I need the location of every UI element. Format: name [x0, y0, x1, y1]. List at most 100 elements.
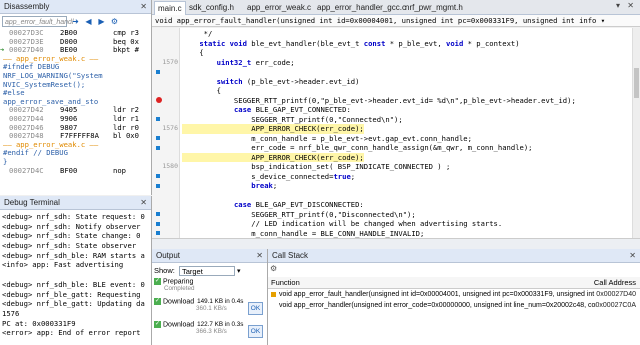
back-icon[interactable]: ◀ [83, 16, 94, 27]
output-title: Output ✕ [152, 249, 267, 263]
current-frame-icon [271, 292, 276, 297]
code-line[interactable]: s_device_connected=true; [152, 172, 640, 182]
code-line[interactable]: APP_ERROR_CHECK(err_code); [152, 152, 640, 162]
call-stack-function: void app_error_fault_handler(unsigned in… [279, 291, 608, 298]
column-call-address[interactable]: Call Address [594, 277, 636, 288]
tab-label: app_error_handler_gcc.c [317, 3, 406, 12]
ok-button[interactable]: OK [248, 325, 263, 338]
close-icon[interactable]: ✕ [627, 1, 634, 10]
tab-main-c[interactable]: main.c [154, 1, 186, 15]
call-stack-function: void app_error_handler(unsigned int erro… [279, 302, 603, 309]
code-text: SEGGER_RTT_printf(0,"Connected\n"); [182, 114, 403, 124]
line-marker-icon [156, 212, 160, 217]
debug-terminal-title: Debug Terminal ✕ [0, 196, 151, 210]
close-icon[interactable]: ✕ [629, 249, 636, 263]
breakpoint-icon[interactable] [156, 97, 162, 104]
line-number: 1580 [162, 162, 178, 170]
tab-sdk-config-h[interactable]: sdk_config.h [186, 1, 237, 14]
go-icon[interactable]: ➜ [70, 16, 81, 27]
terminal-line: <debug> nrf_sdh: Notify observer [2, 221, 141, 231]
code-line[interactable]: 1580 bsp_indication_set( BSP_INDICATE_CO… [152, 162, 640, 172]
code-line[interactable]: // LED indication will be changed when a… [152, 219, 640, 229]
code-line[interactable]: err_code = nrf_ble_qwr_conn_handle_assig… [152, 143, 640, 153]
call-stack-panel: Call Stack ✕ ⚙ Function Call Address voi… [268, 249, 640, 345]
output-show-row: Show: Target ▾ [154, 266, 241, 277]
code-line[interactable]: { [152, 48, 640, 58]
terminal-line: <debug> nrf_sdh: State observer [2, 241, 137, 251]
call-stack-row[interactable]: void app_error_handler(unsigned int erro… [268, 301, 640, 311]
instruction-address: 00027D4C [9, 165, 44, 175]
code-line[interactable]: */ [152, 29, 640, 39]
code-text: bsp_indication_set( BSP_INDICATE_CONNECT… [182, 162, 451, 171]
tab-nrf-pwr-mgmt-h[interactable]: nrf_pwr_mgmt.h [402, 1, 466, 14]
code-text: APP_ERROR_CHECK(err_code); [182, 152, 364, 162]
call-stack-row[interactable]: void app_error_fault_handler(unsigned in… [268, 290, 640, 300]
code-line[interactable]: 1576 APP_ERROR_CHECK(err_code); [152, 124, 640, 134]
tab-app-error-handler-gcc-c[interactable]: app_error_handler_gcc.c [314, 1, 409, 14]
call-stack-title: Call Stack ✕ [268, 249, 640, 263]
code-editor[interactable]: */ static void ble_evt_handler(ble_evt_t… [152, 28, 640, 238]
terminal-line: <debug> nrf_sdh_ble: BLE event: 0 [2, 279, 145, 289]
code-text: SEGGER_RTT_printf(0,"Disconnected\n"); [182, 209, 416, 219]
line-marker-icon [156, 69, 160, 74]
code-text: // LED indication will be changed when a… [182, 219, 503, 228]
check-icon: ✓ [154, 278, 161, 285]
settings-icon[interactable]: ⚙ [270, 264, 277, 273]
code-line[interactable]: static void ble_evt_handler(ble_evt_t co… [152, 39, 640, 49]
forward-icon[interactable]: ▶ [96, 16, 107, 27]
code-line[interactable]: m_conn_handle = BLE_CONN_HANDLE_INVALID; [152, 229, 640, 239]
line-marker-icon [156, 221, 160, 226]
output-item-size: 122.7 KB in 0.3s [197, 321, 244, 329]
output-item-title: Preparing [163, 278, 194, 286]
code-line[interactable]: break; [152, 181, 640, 191]
output-item[interactable]: ✓ Preparing Completed [154, 278, 194, 292]
tab-label: sdk_config.h [189, 3, 234, 12]
code-text: uint32_t err_code; [216, 57, 295, 67]
column-function[interactable]: Function [271, 277, 300, 288]
code-line[interactable]: { [152, 86, 640, 96]
code-text: case BLE_GAP_EVT_CONNECTED: [233, 105, 351, 114]
function-selector[interactable]: void app_error_fault_handler(unsigned in… [152, 15, 640, 27]
code-text: APP_ERROR_CHECK(err_code); [182, 124, 364, 134]
settings-icon[interactable]: ⚙ [109, 16, 120, 27]
terminal-line: 1576 [2, 308, 20, 318]
chevron-down-icon[interactable]: ▾ [237, 268, 241, 275]
tab-label: nrf_pwr_mgmt.h [405, 3, 463, 12]
source-line[interactable]: #endif // DEBUG [0, 149, 151, 158]
code-line[interactable]: case BLE_GAP_EVT_CONNECTED: [152, 105, 640, 115]
code-line[interactable]: 1570 uint32_t err_code; [152, 58, 640, 68]
close-icon[interactable]: ✕ [256, 249, 263, 263]
tab-list-icon[interactable]: ▾ [616, 1, 620, 10]
terminal-line: <debug> nrf_ble_gatt: Updating da [2, 299, 145, 309]
code-line[interactable]: SEGGER_RTT_printf(0,"Disconnected\n"); [152, 210, 640, 220]
close-icon[interactable]: ✕ [140, 196, 147, 210]
scrollbar-thumb[interactable] [634, 68, 639, 98]
code-line[interactable]: m_conn_handle = p_ble_evt->evt.gap_evt.c… [152, 134, 640, 144]
code-line[interactable] [152, 191, 640, 201]
call-stack-toolbar: ⚙ [270, 264, 277, 276]
output-item[interactable]: ✓ Download 122.7 KB in 0.3s 366.3 KB/s [154, 321, 243, 335]
call-stack-address: 0x00027D40 [596, 290, 636, 300]
output-panel: Output ✕ Show: Target ▾ ✓ Preparing Comple… [152, 249, 268, 345]
code-line[interactable]: SEGGER_RTT_printf(0,"Connected\n"); [152, 115, 640, 125]
close-icon[interactable]: ✕ [140, 0, 147, 14]
code-line[interactable]: SEGGER_RTT_printf(0,"p_ble_evt->header.e… [152, 96, 640, 106]
line-marker-icon [156, 174, 160, 179]
disassembly-search-input[interactable]: app_error_fault_handl [2, 16, 74, 27]
terminal-output: <debug> nrf_sdh: State request: 0 <debug>… [2, 212, 145, 338]
check-icon: ✓ [154, 298, 161, 305]
code-line[interactable] [152, 67, 640, 77]
code-line[interactable]: case BLE_GAP_EVT_DISCONNECTED: [152, 200, 640, 210]
output-item[interactable]: ✓ Download 149.1 KB in 0.4s 360.1 KB/s [154, 298, 243, 312]
tab-app-error-weak-c[interactable]: app_error_weak.c [244, 1, 314, 14]
output-show-select[interactable]: Target [178, 266, 235, 277]
disassembly-line[interactable]: 00027D4C BF00 nop [0, 165, 151, 176]
code-text: m_conn_handle = p_ble_evt->evt.gap_evt.c… [182, 133, 472, 143]
output-item-rate: 366.3 KB/s [196, 328, 227, 336]
line-marker-icon [156, 117, 160, 122]
editor-scrollbar[interactable] [632, 28, 640, 238]
code-line[interactable]: switch (p_ble_evt->header.evt_id) [152, 77, 640, 87]
code-text: s_device_connected=true; [182, 171, 356, 181]
source-text: } [3, 156, 8, 166]
ok-button[interactable]: OK [248, 302, 263, 315]
